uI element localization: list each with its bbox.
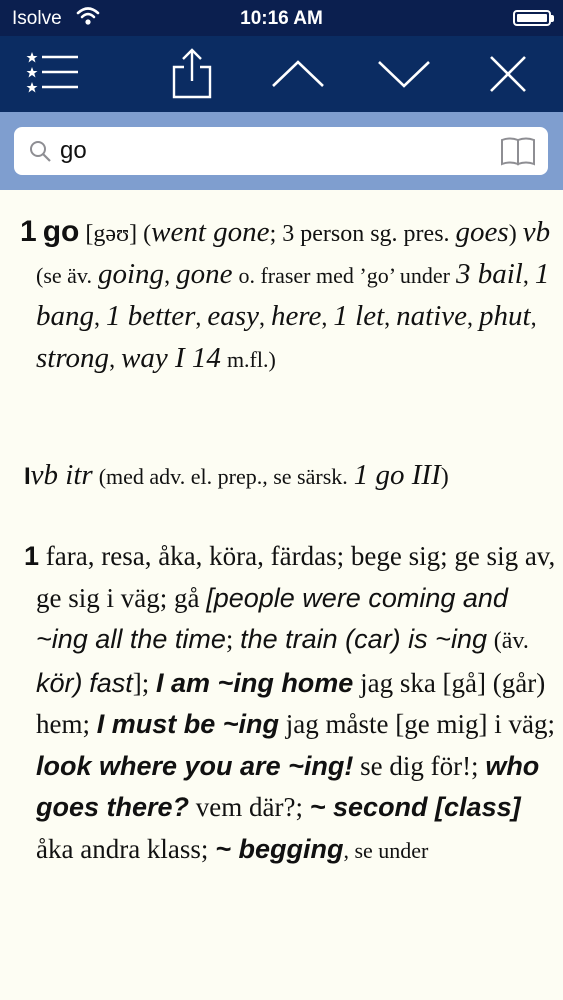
chevron-up-icon[interactable] <box>268 44 328 104</box>
ref-link[interactable]: 3 bail <box>456 258 523 290</box>
see-also-label: (se äv. <box>36 263 92 288</box>
separator: , <box>94 305 100 331</box>
ref-link[interactable]: easy <box>207 300 259 332</box>
separator: , <box>164 263 171 289</box>
link-gone[interactable]: gone <box>176 258 232 290</box>
separator: , <box>195 305 202 331</box>
separator: , <box>530 305 537 331</box>
phrase-translation: åka andra klass; <box>36 833 209 864</box>
phrases-note: o. fraser med ’go’ under <box>238 263 450 288</box>
subsense-1: 1 fara, resa, åka, köra, färdas; bege si… <box>24 536 560 871</box>
sense-roman: I <box>24 463 31 490</box>
ref-link[interactable]: native <box>396 300 467 332</box>
separator: , <box>467 305 473 331</box>
separator: , <box>109 347 116 373</box>
separator: , <box>384 305 391 331</box>
search-bar <box>0 112 563 190</box>
example: kör) <box>36 667 83 698</box>
refs-end: m.fl.) <box>226 347 276 372</box>
paren-open: ( <box>143 221 152 247</box>
battery-icon <box>513 10 554 26</box>
phrase: ~ second [class] <box>309 792 521 822</box>
separator: ]; <box>132 667 150 698</box>
status-time: 10:16 AM <box>240 8 323 29</box>
pronunciation: [gəʊ] <box>85 221 138 247</box>
separator: , <box>522 263 529 289</box>
third-person-form: goes <box>455 216 509 248</box>
separator: , <box>321 305 328 331</box>
paren-close: ) <box>508 221 517 247</box>
ref-link[interactable]: strong <box>36 342 109 374</box>
ref-link[interactable]: phut <box>479 300 531 332</box>
separator: ; <box>269 221 277 247</box>
phrase: ~ begging <box>215 833 344 864</box>
dictionary-entry: 1 go [gəʊ] (went gone; 3 person sg. pres… <box>0 190 563 1000</box>
phrase-translation: se dig för!; <box>360 750 479 781</box>
battery-fill <box>517 14 547 22</box>
ref-link[interactable]: 1 better <box>106 300 195 332</box>
search-input[interactable] <box>60 133 480 169</box>
share-icon[interactable] <box>162 44 222 104</box>
inflected-forms: went gone <box>151 216 270 248</box>
phrase-translation: vem där?; <box>195 792 303 822</box>
list-icon[interactable] <box>22 44 82 104</box>
ref-link[interactable]: way I 14 <box>121 342 221 374</box>
search-box <box>14 127 548 175</box>
sense-header: Ivb itr (med adv. el. prep., se särsk. 1… <box>24 454 556 498</box>
example: the train (car) is ~ing <box>240 624 487 654</box>
search-icon <box>28 139 52 168</box>
phrase: I am ~ing home <box>156 667 354 698</box>
status-bar: Isolve 10:16 AM <box>0 0 563 36</box>
subsense-number: 1 <box>24 541 40 571</box>
sense-grammar: vb itr <box>30 459 93 491</box>
homograph-number: 1 <box>20 215 37 248</box>
separator: ; <box>225 624 234 654</box>
paren-close: ) <box>440 464 449 490</box>
link-going[interactable]: going <box>98 258 164 290</box>
close-icon[interactable] <box>478 44 538 104</box>
chevron-down-icon[interactable] <box>374 44 434 104</box>
separator: , <box>258 305 265 331</box>
ref-link[interactable]: 1 let <box>333 300 384 332</box>
sense-link[interactable]: 1 go III <box>354 459 441 491</box>
phrase-translation: jag måste [ge mig] i väg; <box>285 709 555 739</box>
phrase-translation: , se under <box>343 837 429 863</box>
sense-note: (med adv. el. prep., se särsk. <box>98 464 348 489</box>
toolbar <box>0 36 563 112</box>
phrase: look where you are ~ing! <box>36 750 354 781</box>
example: fast <box>89 667 133 698</box>
ref-link[interactable]: here <box>271 300 321 332</box>
phrase: I must be ~ing <box>96 709 280 739</box>
part-of-speech: vb <box>522 216 551 248</box>
forms-note: 3 person sg. pres. <box>282 221 450 247</box>
headword: go <box>42 215 80 248</box>
entry-header: 1 go [gəʊ] (went gone; 3 person sg. pres… <box>20 212 556 380</box>
book-icon[interactable] <box>500 136 536 171</box>
example-note: (äv. <box>493 628 529 654</box>
